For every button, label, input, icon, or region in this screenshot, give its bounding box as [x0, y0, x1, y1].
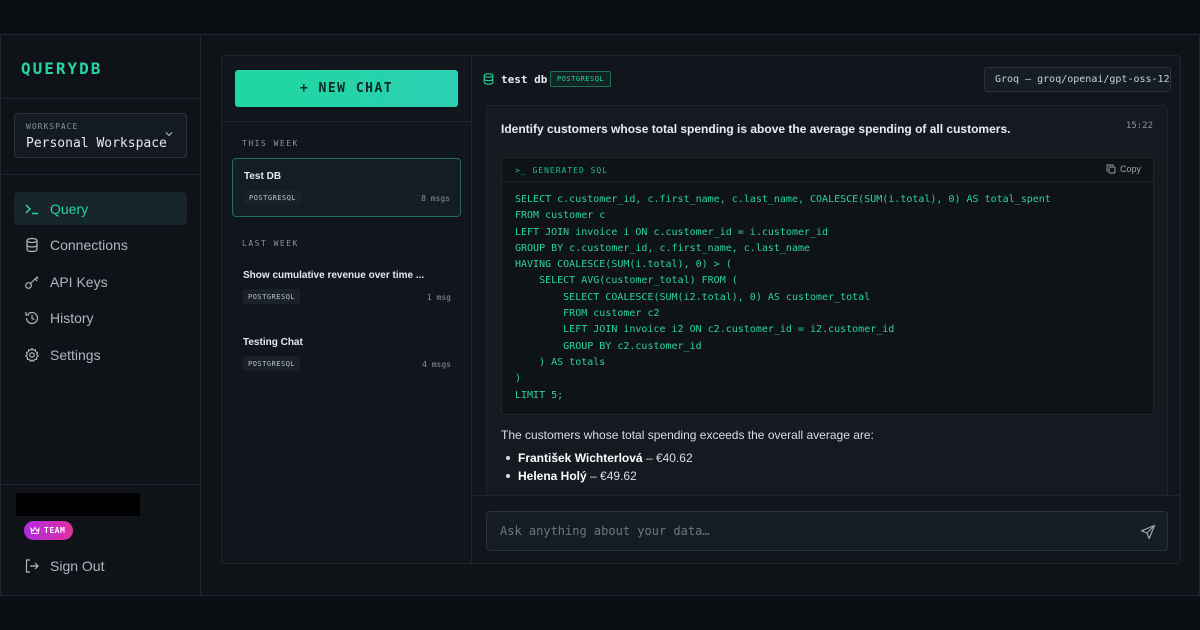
- sidebar-item-query[interactable]: Query: [14, 192, 187, 225]
- database-icon: [24, 237, 40, 253]
- sql-block-label: >_ GENERATED SQL: [515, 166, 609, 175]
- message-card: Identify customers whose total spending …: [486, 105, 1168, 495]
- assistant-answer: The customers whose total spending excee…: [501, 428, 874, 485]
- sign-out-button[interactable]: Sign Out: [24, 558, 104, 574]
- sidebar-item-settings[interactable]: Settings: [14, 338, 187, 371]
- terminal-icon: [24, 201, 40, 217]
- sign-out-icon: [24, 558, 40, 574]
- chat-input[interactable]: [486, 511, 1168, 551]
- sidebar-item-label: Query: [50, 200, 89, 217]
- plan-badge: TEAM: [24, 521, 74, 540]
- divider: [1, 98, 200, 99]
- chat-db-tag: POSTGRESQL: [243, 289, 301, 304]
- sidebar-item-label: Settings: [50, 346, 101, 363]
- composer: [472, 495, 1180, 563]
- sidebar-item-label: API Keys: [50, 273, 108, 290]
- copy-button[interactable]: Copy: [1106, 164, 1141, 174]
- new-chat-button[interactable]: + NEW CHAT: [235, 70, 458, 107]
- sidebar-nav: Query Connections API Keys History Setti…: [14, 192, 187, 375]
- customer-name: František Wichterlová: [518, 451, 643, 465]
- divider: [1, 484, 200, 485]
- customer-amount: – €49.62: [586, 469, 637, 483]
- user-name-redacted: [16, 493, 140, 516]
- sidebar-item-label: History: [50, 310, 94, 327]
- sql-block-header: >_ GENERATED SQL Copy: [502, 158, 1153, 182]
- chat-item[interactable]: Testing Chat POSTGRESQL 4 msgs: [232, 325, 461, 384]
- gear-icon: [24, 347, 40, 363]
- chevron-down-icon: [165, 132, 173, 137]
- workspace-value: Personal Workspace: [26, 136, 167, 151]
- database-name: test db: [501, 73, 548, 86]
- chat-title: Testing Chat: [243, 337, 303, 348]
- sidebar-item-history[interactable]: History: [14, 302, 187, 335]
- sidebar-item-connections[interactable]: Connections: [14, 229, 187, 262]
- database-icon: [483, 73, 494, 85]
- workspace-selector[interactable]: WORKSPACE Personal Workspace: [14, 113, 187, 158]
- group-label-last-week: LAST WEEK: [242, 239, 299, 248]
- chat-db-tag: POSTGRESQL: [244, 190, 302, 205]
- sign-out-label: Sign Out: [50, 558, 105, 574]
- list-item: Helena Holý – €49.62: [501, 467, 874, 485]
- divider: [222, 121, 471, 122]
- result-list: František Wichterlová – €40.62 Helena Ho…: [501, 449, 874, 485]
- chat-message-count: 4 msgs: [422, 360, 451, 369]
- answer-intro: The customers whose total spending excee…: [501, 428, 874, 442]
- main-panel: + NEW CHAT THIS WEEK Test DB POSTGRESQL …: [221, 55, 1181, 564]
- chat-db-tag: POSTGRESQL: [243, 356, 301, 371]
- customer-amount: – €40.62: [642, 451, 693, 465]
- model-selector[interactable]: Groq — groq/openai/gpt-oss-120b: [984, 67, 1171, 92]
- app-window: QUERYDB WORKSPACE Personal Workspace Que…: [0, 34, 1200, 596]
- generated-sql-block: >_ GENERATED SQL Copy SELECT c.customer_…: [501, 157, 1154, 415]
- copy-icon: [1106, 164, 1116, 174]
- conversation-panel: test db POSTGRESQL Groq — groq/openai/gp…: [472, 56, 1180, 563]
- sidebar-item-api-keys[interactable]: API Keys: [14, 265, 187, 298]
- chat-title: Show cumulative revenue over time ...: [243, 270, 425, 281]
- conversation-header: test db POSTGRESQL Groq — groq/openai/gp…: [472, 56, 1180, 101]
- plan-badge-label: TEAM: [44, 526, 66, 535]
- history-icon: [24, 310, 40, 326]
- message-timestamp: 15:22: [1125, 121, 1153, 131]
- chat-item[interactable]: Show cumulative revenue over time ... PO…: [232, 258, 461, 317]
- crown-icon: [30, 526, 40, 534]
- copy-label: Copy: [1119, 164, 1141, 174]
- chat-message-count: 1 msg: [426, 293, 451, 302]
- chat-message-count: 8 msgs: [421, 194, 450, 203]
- send-icon[interactable]: [1140, 524, 1156, 540]
- list-item: František Wichterlová – €40.62: [501, 449, 874, 467]
- user-question: Identify customers whose total spending …: [501, 122, 1011, 136]
- sidebar-item-label: Connections: [50, 237, 128, 254]
- workspace-label: WORKSPACE: [26, 122, 79, 131]
- database-type-badge: POSTGRESQL: [550, 71, 612, 87]
- chat-list-panel: + NEW CHAT THIS WEEK Test DB POSTGRESQL …: [222, 56, 472, 563]
- chat-title: Test DB: [244, 171, 282, 182]
- divider: [1, 174, 200, 175]
- group-label-this-week: THIS WEEK: [242, 139, 299, 148]
- customer-name: Helena Holý: [518, 469, 587, 483]
- sql-code: SELECT c.customer_id, c.first_name, c.la…: [515, 194, 1051, 401]
- key-icon: [24, 274, 40, 290]
- chat-item[interactable]: Test DB POSTGRESQL 8 msgs: [232, 158, 461, 217]
- brand-logo: QUERYDB: [21, 59, 103, 78]
- sidebar: QUERYDB WORKSPACE Personal Workspace Que…: [1, 35, 201, 595]
